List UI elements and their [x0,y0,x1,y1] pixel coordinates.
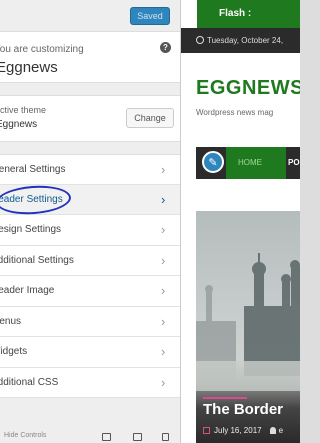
help-icon[interactable]: ? [160,42,171,53]
menu-item-label: Design Settings [0,224,62,236]
current-date: Tuesday, October 24, [207,36,284,45]
chevron-right-icon: › [161,344,166,360]
customizer-footer: Hide Controls [0,430,180,443]
chevron-right-icon: › [161,252,166,268]
mobile-icon[interactable] [162,433,169,441]
nav-item-next[interactable]: PO [288,158,300,167]
hide-controls-label[interactable]: Hide Controls [4,432,46,439]
chevron-right-icon: › [161,313,166,329]
primary-nav: HOME PO ✎ [196,147,300,179]
hero-meta: July 16, 2017 e [203,426,283,435]
active-theme-caption: Active theme [0,105,47,115]
active-theme-section: Active theme Eggnews Change [0,95,180,142]
saved-button[interactable]: Saved [130,7,170,25]
customizer-menu: General Settings › Header Settings › Des… [0,154,180,398]
featured-post[interactable]: The Border July 16, 2017 e [196,211,300,443]
menu-item-widgets[interactable]: Widgets › [0,337,180,368]
chevron-right-icon: › [161,374,166,390]
menu-item-label: Header Image [0,285,55,297]
date-bar: Tuesday, October 24, [181,28,300,53]
chevron-right-icon: › [161,222,166,238]
user-icon [269,427,276,434]
nav-home[interactable]: HOME [226,147,286,179]
menu-item-label: Menus [0,315,22,327]
menu-item-additional-settings[interactable]: Additional Settings › [0,245,180,276]
menu-item-label: Additional CSS [0,376,59,388]
desktop-icon[interactable] [102,433,111,441]
site-name: Eggnews [0,59,58,76]
hero-title[interactable]: The Border [203,401,283,418]
customizer-panel: Saved You are customizing Eggnews ? Acti… [0,0,181,443]
site-preview: Flash : Tuesday, October 24, EGGNEWS Wor… [181,0,300,443]
menu-item-label: General Settings [0,163,66,175]
edit-pencil-icon[interactable]: ✎ [202,151,224,173]
customizing-info: You are customizing Eggnews ? [0,32,180,83]
chevron-right-icon: › [161,191,166,207]
menu-item-label: Additional Settings [0,254,74,266]
menu-item-header-settings[interactable]: Header Settings › [0,182,180,217]
hero-author[interactable]: e [279,426,283,435]
flash-label-box: Flash : [197,0,300,28]
menu-item-label: Widgets [0,346,28,358]
hero-date: July 16, 2017 [214,426,262,435]
menu-item-menus[interactable]: Menus › [0,306,180,337]
calendar-icon [203,427,210,434]
flash-bar: Flash : [181,0,300,28]
customizing-caption: You are customizing [0,44,84,55]
menu-item-design-settings[interactable]: Design Settings › [0,215,180,246]
change-theme-button[interactable]: Change [126,108,174,128]
clock-icon [196,36,204,44]
site-tagline: Wordpress news mag [196,108,274,117]
menu-item-general-settings[interactable]: General Settings › [0,154,180,185]
chevron-right-icon: › [161,283,166,299]
active-theme-name: Eggnews [0,119,38,130]
tablet-icon[interactable] [133,433,142,441]
menu-item-header-image[interactable]: Header Image › [0,276,180,307]
nav-home-label: HOME [238,158,262,167]
flash-label: Flash : [219,8,252,19]
site-logo[interactable]: EGGNEWS [196,77,300,100]
annotation-circle [0,182,72,217]
customizer-header: Saved [0,0,180,32]
chevron-right-icon: › [161,161,166,177]
menu-item-additional-css[interactable]: Additional CSS › [0,367,180,398]
